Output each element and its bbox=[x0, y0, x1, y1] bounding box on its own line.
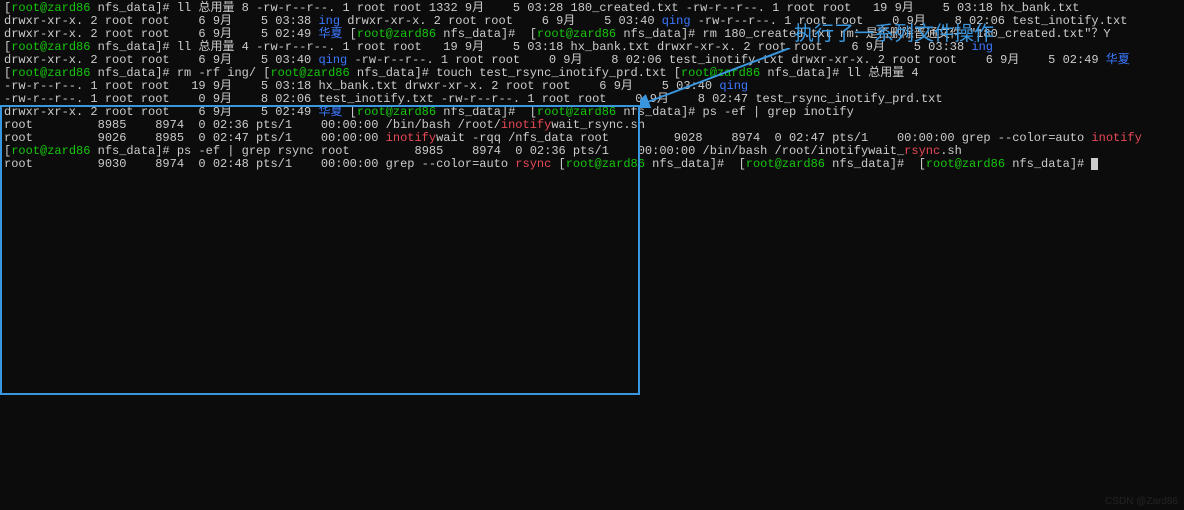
prompt-line: [root@zard86 nfs_data]# rm 180_created.t… bbox=[530, 27, 832, 41]
prompt-line: [root@zard86 nfs_data]# rm -rf ing/ bbox=[4, 66, 256, 80]
ls-row: drwxr-xr-x. 2 root root 6 9月 5 03:38 ing bbox=[4, 14, 340, 28]
prompt-line: [root@zard86 nfs_data]# ps -ef | grep rs… bbox=[4, 144, 314, 158]
ls-row: -rw-r--r--. 1 root root 1332 9月 5 03:28 … bbox=[256, 1, 678, 15]
prompt-line: [root@zard86 nfs_data]# ll bbox=[674, 66, 861, 80]
prompt-line: [root@zard86 nfs_data]# bbox=[350, 105, 523, 119]
ls-row: drwxr-xr-x. 2 root root 6 9月 5 03:40 qin… bbox=[405, 79, 748, 93]
ps-row: root 9026 8985 0 02:47 pts/1 00:00:00 in… bbox=[4, 131, 573, 145]
total-line: 总用量 8 bbox=[198, 1, 248, 15]
ps-row: root 8985 8974 0 02:36 pts/1 00:00:00 /b… bbox=[321, 144, 962, 158]
cursor bbox=[1091, 158, 1098, 170]
prompt-line: [root@zard86 nfs_data]# ps -ef | grep in… bbox=[530, 105, 854, 119]
prompt-line: [root@zard86 nfs_data]# bbox=[350, 27, 523, 41]
ls-row: drwxr-xr-x. 2 root root 6 9月 5 03:40 qin… bbox=[4, 53, 347, 67]
prompt-line: [root@zard86 nfs_data]# bbox=[559, 157, 732, 171]
ps-row: root 9028 8974 0 02:47 pts/1 00:00:00 gr… bbox=[580, 131, 1142, 145]
ps-row: root 9030 8974 0 02:48 pts/1 00:00:00 gr… bbox=[4, 157, 551, 171]
prompt-line: [root@zard86 nfs_data]# bbox=[919, 157, 1092, 171]
prompt-line: [root@zard86 nfs_data]# ll bbox=[4, 1, 191, 15]
ls-row: -rw-r--r--. 1 root root 0 9月 8 02:06 tes… bbox=[4, 92, 434, 106]
total-line: 总用量 4 bbox=[868, 66, 918, 80]
ls-row: drwxr-xr-x. 2 root root 6 9月 5 02:49 华夏 bbox=[791, 53, 1129, 67]
ls-row: drwxr-xr-x. 2 root root 6 9月 5 02:49 华夏 bbox=[4, 105, 342, 119]
ls-row: drwxr-xr-x. 2 root root 6 9月 5 03:40 qin… bbox=[347, 14, 690, 28]
ls-row: -rw-r--r--. 1 root root 19 9月 5 03:18 hx… bbox=[4, 79, 398, 93]
ls-row: -rw-r--r--. 1 root root 19 9月 5 03:18 hx… bbox=[256, 40, 650, 54]
prompt-line: [root@zard86 nfs_data]# bbox=[739, 157, 912, 171]
total-line: 总用量 4 bbox=[198, 40, 248, 54]
ls-row: -rw-r--r--. 1 root root 19 9月 5 03:18 hx… bbox=[686, 1, 1080, 15]
watermark: CSDN @Zard86 bbox=[1105, 495, 1178, 508]
annotation-text: 执行了一系列文件操作 bbox=[794, 28, 994, 41]
terminal-output[interactable]: [root@zard86 nfs_data]# ll 总用量 8 -rw-r--… bbox=[4, 2, 1180, 171]
prompt-line: [root@zard86 nfs_data]# ll bbox=[4, 40, 191, 54]
ps-row: root 8985 8974 0 02:36 pts/1 00:00:00 /b… bbox=[4, 118, 645, 132]
ls-row: drwxr-xr-x. 2 root root 6 9月 5 02:49 华夏 bbox=[4, 27, 342, 41]
prompt-line: [root@zard86 nfs_data]# touch test_rsync… bbox=[263, 66, 666, 80]
ls-row: -rw-r--r--. 1 root root 0 9月 8 02:47 tes… bbox=[441, 92, 943, 106]
ls-row: -rw-r--r--. 1 root root 0 9月 8 02:06 tes… bbox=[354, 53, 784, 67]
